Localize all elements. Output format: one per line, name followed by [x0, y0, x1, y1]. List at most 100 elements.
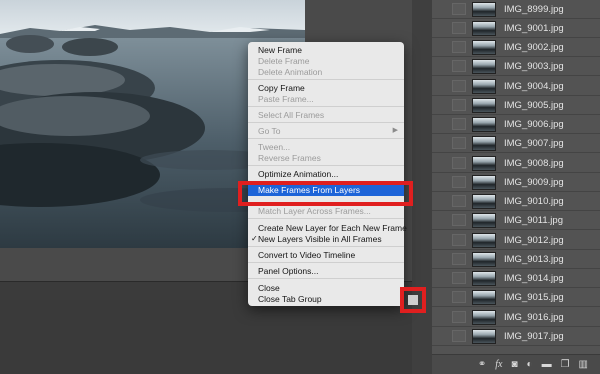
layer-thumbnail: [472, 39, 496, 55]
layer-name: IMG_9010.jpg: [504, 195, 564, 207]
menu-item-go-to: Go To: [258, 126, 281, 136]
annotation-panel-menu-box: [400, 287, 426, 313]
visibility-toggle[interactable]: [452, 137, 466, 149]
layer-row[interactable]: IMG_9007.jpg: [432, 134, 600, 153]
menu-item-tween: Tween...: [258, 142, 291, 152]
layers-footer: ⚭ fx ◙ ◐ ▬ ❐ ▥: [432, 354, 600, 374]
layer-thumbnail: [472, 20, 496, 36]
layer-name: IMG_9004.jpg: [504, 80, 564, 92]
layer-thumbnail: [472, 116, 496, 132]
layer-row[interactable]: IMG_9016.jpg: [432, 308, 600, 327]
menu-separator: [248, 218, 404, 219]
layer-row[interactable]: IMG_9010.jpg: [432, 192, 600, 211]
menu-separator: [248, 165, 404, 166]
layer-name: IMG_9009.jpg: [504, 176, 564, 188]
menu-item-optimize-animation[interactable]: Optimize Animation...: [258, 169, 338, 179]
layer-row[interactable]: IMG_9017.jpg: [432, 327, 600, 346]
layer-thumbnail: [472, 309, 496, 325]
layer-thumbnail: [472, 212, 496, 228]
layer-row[interactable]: IMG_9015.jpg: [432, 288, 600, 307]
layer-row[interactable]: IMG_9001.jpg: [432, 19, 600, 38]
layer-name: IMG_9017.jpg: [504, 330, 564, 342]
menu-item-reverse-frames: Reverse Frames: [258, 153, 321, 163]
folder-icon[interactable]: ▬: [542, 359, 552, 370]
layer-thumbnail: [472, 174, 496, 190]
adjustment-icon[interactable]: ◐: [527, 359, 533, 370]
layer-name: IMG_9014.jpg: [504, 272, 564, 284]
layer-name: IMG_9005.jpg: [504, 99, 564, 111]
layer-row[interactable]: IMG_9014.jpg: [432, 269, 600, 288]
layer-thumbnail: [472, 289, 496, 305]
timeline-panel: [0, 300, 412, 374]
layer-row[interactable]: IMG_9008.jpg: [432, 154, 600, 173]
visibility-toggle[interactable]: [452, 80, 466, 92]
submenu-arrow-icon: ▶: [392, 127, 398, 134]
visibility-toggle[interactable]: [452, 234, 466, 246]
layer-thumbnail: [472, 1, 496, 17]
visibility-toggle[interactable]: [452, 60, 466, 72]
fx-icon[interactable]: fx: [495, 359, 502, 370]
visibility-toggle[interactable]: [452, 253, 466, 265]
visibility-toggle[interactable]: [452, 157, 466, 169]
menu-item-new-frame[interactable]: New Frame: [258, 45, 302, 55]
visibility-toggle[interactable]: [452, 3, 466, 15]
visibility-toggle[interactable]: [452, 176, 466, 188]
menu-item-close-tab-group[interactable]: Close Tab Group: [258, 294, 322, 304]
layers-panel: IMG_8999.jpg IMG_9001.jpg IMG_9002.jpg I…: [432, 0, 600, 374]
layer-thumbnail: [472, 232, 496, 248]
layer-row[interactable]: IMG_9009.jpg: [432, 173, 600, 192]
new-layer-icon[interactable]: ❐: [561, 359, 570, 370]
link-icon[interactable]: ⚭: [478, 359, 486, 370]
layer-thumbnail: [472, 78, 496, 94]
layer-row[interactable]: IMG_9013.jpg: [432, 250, 600, 269]
menu-separator: [248, 106, 404, 107]
visibility-toggle[interactable]: [452, 22, 466, 34]
layer-name: IMG_8999.jpg: [504, 3, 564, 15]
layer-name: IMG_9013.jpg: [504, 253, 564, 265]
menu-separator: [248, 138, 404, 139]
layer-thumbnail: [472, 193, 496, 209]
layer-thumbnail: [472, 97, 496, 113]
visibility-toggle[interactable]: [452, 330, 466, 342]
layer-thumbnail: [472, 58, 496, 74]
menu-item-paste-frame: Paste Frame...: [258, 94, 314, 104]
visibility-toggle[interactable]: [452, 118, 466, 130]
layer-row[interactable]: IMG_9003.jpg: [432, 57, 600, 76]
mask-icon[interactable]: ◙: [511, 359, 517, 370]
visibility-toggle[interactable]: [452, 195, 466, 207]
visibility-toggle[interactable]: [452, 41, 466, 53]
layer-name: IMG_9003.jpg: [504, 60, 564, 72]
annotation-highlight-box: [238, 181, 413, 206]
menu-item-match-layer-across-frames: Match Layer Across Frames...: [258, 206, 371, 216]
layer-row[interactable]: IMG_9006.jpg: [432, 115, 600, 134]
visibility-toggle[interactable]: [452, 311, 466, 323]
visibility-toggle[interactable]: [452, 99, 466, 111]
checkmark-icon: ✓: [251, 234, 258, 243]
menu-item-close[interactable]: Close: [258, 283, 280, 293]
layer-row[interactable]: IMG_9002.jpg: [432, 38, 600, 57]
visibility-toggle[interactable]: [452, 272, 466, 284]
visibility-toggle[interactable]: [452, 214, 466, 226]
menu-item-new-layers-visible-all-frames[interactable]: New Layers Visible in All Frames: [258, 234, 382, 244]
panel-scroll-column[interactable]: [412, 0, 432, 374]
menu-item-convert-to-video-timeline[interactable]: Convert to Video Timeline: [258, 250, 355, 260]
layer-row[interactable]: IMG_9004.jpg: [432, 77, 600, 96]
layer-name: IMG_9008.jpg: [504, 157, 564, 169]
menu-separator: [248, 278, 404, 279]
layer-row[interactable]: IMG_8999.jpg: [432, 0, 600, 19]
menu-item-select-all-frames: Select All Frames: [258, 110, 325, 120]
layer-row[interactable]: IMG_9012.jpg: [432, 231, 600, 250]
menu-item-copy-frame[interactable]: Copy Frame: [258, 83, 305, 93]
layer-row[interactable]: IMG_9011.jpg: [432, 211, 600, 230]
layer-row[interactable]: IMG_9005.jpg: [432, 96, 600, 115]
layer-name: IMG_9011.jpg: [504, 214, 563, 226]
layer-name: IMG_9006.jpg: [504, 118, 564, 130]
visibility-toggle[interactable]: [452, 291, 466, 303]
menu-item-delete-animation: Delete Animation: [258, 67, 323, 77]
layer-thumbnail: [472, 270, 496, 286]
menu-item-create-new-layer-each-frame[interactable]: Create New Layer for Each New Frame: [258, 223, 407, 233]
menu-item-panel-options[interactable]: Panel Options...: [258, 266, 318, 276]
layer-thumbnail: [472, 328, 496, 344]
trash-icon[interactable]: ▥: [579, 359, 588, 370]
layer-name: IMG_9001.jpg: [504, 22, 564, 34]
